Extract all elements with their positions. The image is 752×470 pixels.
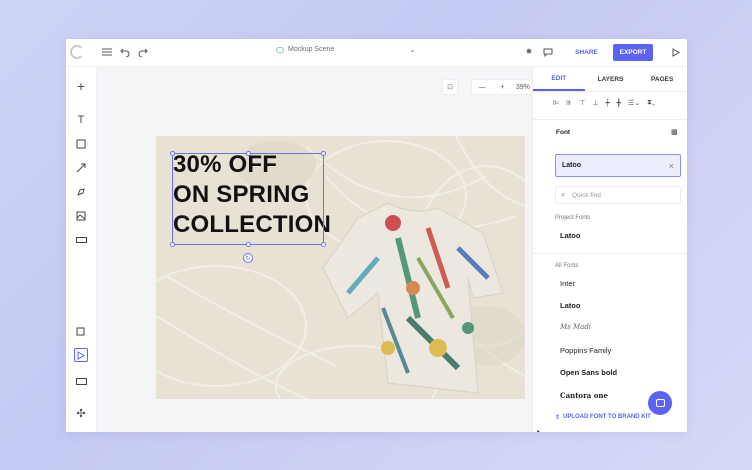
distribute-v-icon[interactable]: ⧗⌄ — [647, 99, 655, 107]
collapse-panel-icon[interactable]: ▸ — [537, 428, 540, 432]
align-bottom-icon[interactable]: ⊥ — [592, 99, 598, 107]
chat-bubble-icon — [655, 399, 665, 407]
search-placeholder: Quick find — [572, 191, 601, 199]
font-item-inter[interactable]: Inter — [560, 279, 575, 288]
tab-edit[interactable]: EDIT — [533, 67, 585, 91]
resize-handle-t[interactable] — [246, 151, 251, 156]
align-center-h-icon[interactable]: ⊪ — [566, 99, 572, 107]
font-search-input[interactable]: ⌕ Quick find — [555, 186, 681, 204]
panel-tabs: EDIT LAYERS PAGES — [533, 67, 687, 92]
selected-font-value: Latoo — [562, 162, 582, 169]
font-item-poppins[interactable]: Poppins Family — [560, 346, 611, 355]
zoom-out-button[interactable]: — — [472, 84, 492, 91]
resize-handle-br[interactable] — [321, 242, 326, 247]
canvas-area[interactable]: ⊡ — + 39% 30% OFF ON SPRING COLLECTION ↻ — [97, 67, 534, 432]
all-fonts-label: All Fonts — [555, 263, 579, 269]
cloud-saved-icon — [276, 46, 284, 53]
close-icon[interactable]: × — [669, 161, 674, 171]
font-item-cantora-one[interactable]: Cantora one — [560, 391, 608, 400]
upload-icon: ⇧ — [555, 415, 561, 421]
font-section-label: Font — [556, 129, 571, 136]
undo-icon[interactable] — [118, 45, 132, 59]
divider — [533, 253, 687, 254]
sun-icon[interactable]: ✹ — [522, 45, 536, 59]
tab-pages[interactable]: PAGES — [636, 67, 687, 91]
project-font-item[interactable]: Latoo — [560, 231, 580, 240]
upload-font-link[interactable]: ⇧ UPLOAD FONT TO BRAND KIT — [555, 414, 651, 421]
alignment-toolbar: ⊫ ⊪ ⊤ ⊥ ┿ ╋ ☰⌄ ⧗⌄ — [553, 99, 655, 107]
zoom-in-button[interactable]: + — [492, 84, 512, 91]
font-item-open-sans-bold[interactable]: Open Sans bold — [560, 368, 617, 377]
project-fonts-label: Project Fonts — [555, 215, 591, 221]
frame-icon[interactable] — [74, 324, 88, 338]
checker-grid-icon[interactable]: ▩ — [671, 128, 679, 136]
chevron-down-icon[interactable]: ⌄ — [409, 45, 416, 54]
select-cursor-icon[interactable] — [74, 348, 88, 362]
align-top-icon[interactable]: ⊤ — [579, 99, 585, 107]
properties-panel: EDIT LAYERS PAGES ⊫ ⊪ ⊤ ⊥ ┿ ╋ ☰⌄ ⧗⌄ Font… — [532, 67, 687, 432]
g-logo-icon[interactable] — [70, 45, 84, 59]
resize-handle-tl[interactable] — [170, 151, 175, 156]
resize-handle-tr[interactable] — [321, 151, 326, 156]
search-icon: ⌕ — [561, 190, 566, 199]
font-item-latoo[interactable]: Latoo — [560, 301, 580, 310]
export-button[interactable]: EXPORT — [613, 44, 653, 61]
selected-font-field[interactable]: Latoo × — [555, 154, 681, 177]
selection-box[interactable] — [170, 151, 326, 247]
tshirt-image[interactable] — [318, 198, 508, 398]
scene-title[interactable]: Mockup Scene — [276, 46, 334, 53]
hamburger-menu-icon[interactable] — [100, 45, 114, 59]
align-center-v-icon[interactable]: ┿ — [605, 99, 609, 107]
comment-icon[interactable] — [541, 45, 555, 59]
align-left-icon[interactable]: ⊫ — [553, 99, 559, 107]
divider — [533, 119, 687, 120]
image-tool-icon[interactable] — [74, 209, 88, 223]
zoom-control: — + 39% — [471, 79, 534, 95]
fit-screen-icon[interactable]: ⊡ — [442, 79, 458, 95]
play-icon[interactable] — [669, 45, 683, 59]
plugins-icon[interactable]: ✣ — [74, 407, 88, 421]
keyboard-icon[interactable] — [74, 374, 88, 388]
rotate-handle-icon[interactable]: ↻ — [243, 253, 253, 263]
shape-tool-icon[interactable] — [74, 137, 88, 151]
upload-font-label: UPLOAD FONT TO BRAND KIT — [563, 414, 651, 420]
left-toolbar: + T ✣ — [66, 67, 97, 432]
artboard[interactable]: 30% OFF ON SPRING COLLECTION ↻ — [156, 136, 525, 399]
resize-handle-bl[interactable] — [170, 242, 175, 247]
zoom-level[interactable]: 39% — [513, 84, 533, 91]
share-button[interactable]: SHARE — [570, 44, 603, 61]
app-window: Mockup Scene ⌄ ✹ SHARE EXPORT + T ✣ ⊡ — … — [66, 39, 687, 432]
font-item-ms-madi[interactable]: Ms Madi — [560, 323, 591, 331]
resize-handle-b[interactable] — [246, 242, 251, 247]
redo-icon[interactable] — [136, 45, 150, 59]
add-icon[interactable]: + — [74, 79, 88, 93]
arrow-tool-icon[interactable] — [74, 161, 88, 175]
align-middle-icon[interactable]: ╋ — [617, 99, 621, 107]
scene-name: Mockup Scene — [288, 46, 335, 53]
chat-support-button[interactable] — [648, 391, 672, 415]
text-tool-icon[interactable]: T — [74, 113, 88, 127]
distribute-h-icon[interactable]: ☰⌄ — [628, 99, 640, 107]
top-toolbar: Mockup Scene ⌄ ✹ SHARE EXPORT — [66, 39, 687, 67]
tab-layers[interactable]: LAYERS — [585, 67, 637, 91]
ruler-tool-icon[interactable] — [74, 233, 88, 247]
pen-tool-icon[interactable] — [74, 185, 88, 199]
